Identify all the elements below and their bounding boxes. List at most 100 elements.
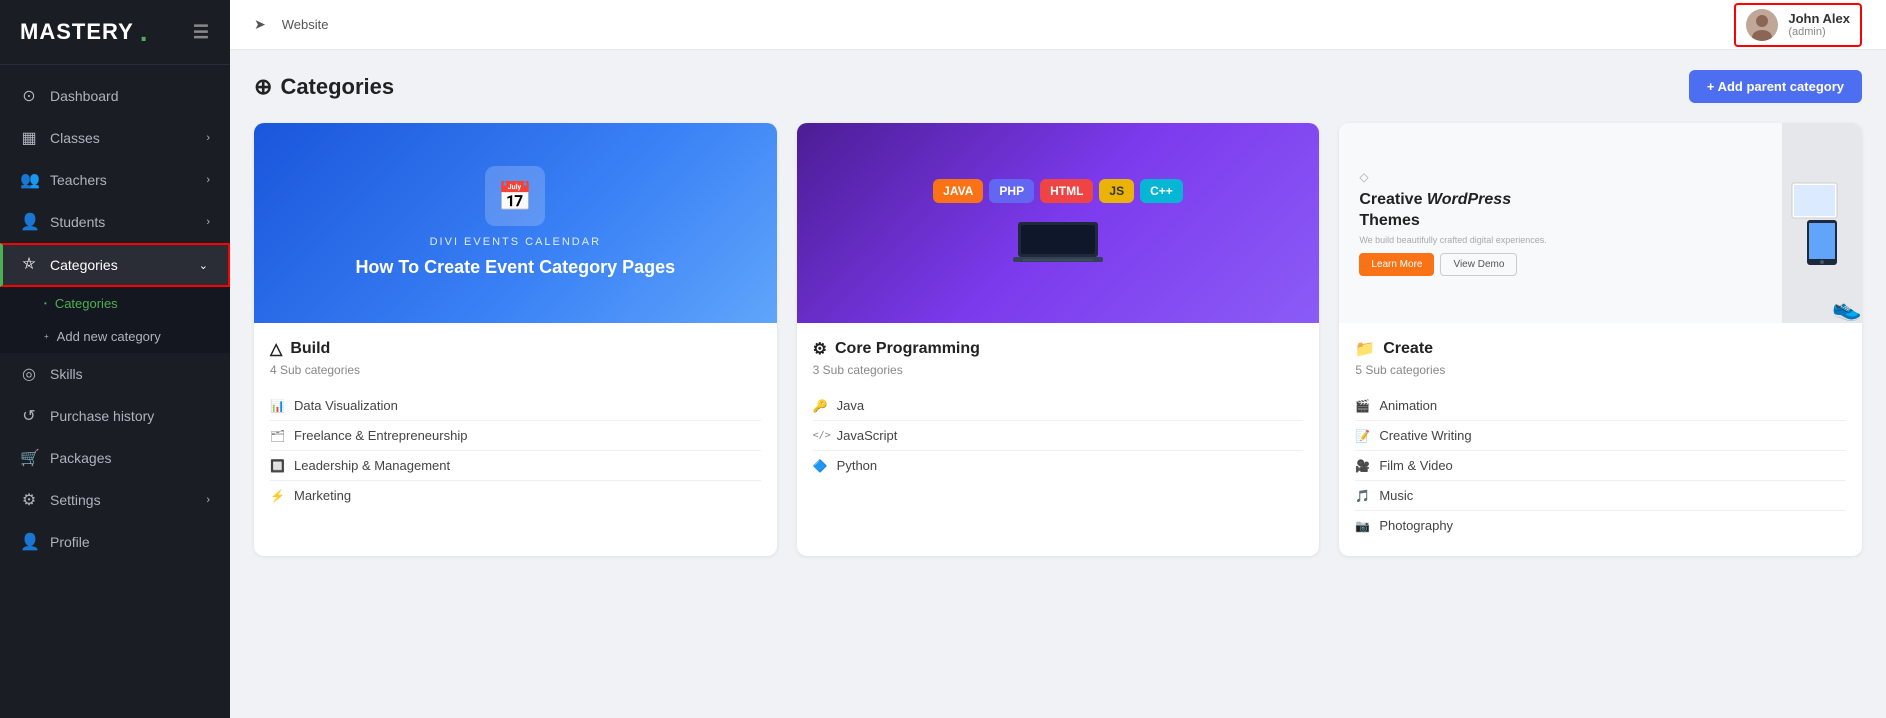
html-badge: HTML [1040,179,1093,203]
list-item: </> JavaScript [813,421,1304,451]
list-item-label: Data Visualization [294,398,398,413]
sidebar-item-purchase-history[interactable]: ↺ Purchase history [0,395,230,437]
list-item-label: Film & Video [1379,458,1452,473]
sidebar-item-packages[interactable]: 🛒 Packages [0,437,230,479]
calendar-icon: 📅 [485,166,545,226]
view-demo-button[interactable]: View Demo [1440,253,1517,276]
core-card-title: ⚙ Core Programming [813,339,1304,359]
music-icon: 🎵 [1355,489,1371,503]
create-card-image: ◇ Creative WordPressThemes We build beau… [1339,123,1862,323]
category-card-build: 📅 DIVI EVENTS CALENDAR How To Create Eve… [254,123,777,556]
create-device-mockup: 👟 [1782,123,1862,323]
diamond-icon: ◇ [1359,170,1762,184]
writing-icon: 📝 [1355,429,1371,443]
sidebar-item-dashboard[interactable]: ⊙ Dashboard [0,75,230,117]
core-icon: ⚙ [813,339,827,359]
sidebar-subitem-categories[interactable]: • Categories ← [0,287,230,320]
sub-nav-label: Add new category [57,329,161,344]
create-text-block: ◇ Creative WordPressThemes We build beau… [1339,123,1782,323]
sidebar-item-label: Profile [50,534,90,550]
sidebar-item-label: Teachers [50,172,107,188]
sidebar-logo: MASTERY. ☰ [0,0,230,65]
list-item-label: Animation [1379,398,1437,413]
list-item: 📊 Data Visualization [270,391,761,421]
profile-icon: 👤 [20,532,38,552]
learn-more-button[interactable]: Learn More [1359,253,1434,276]
main-area: ➤ Website John Alex (admin) ⊕ Categories [230,0,1886,718]
classes-icon: ▦ [20,128,38,148]
purchase-icon: ↺ [20,406,38,426]
sidebar-nav: ⊙ Dashboard ▦ Classes › 👥 Teachers › 👤 S… [0,65,230,573]
sidebar-subitem-add-category[interactable]: + Add new category [0,320,230,353]
avatar [1746,9,1778,41]
categories-icon: ⛤ [20,256,38,274]
create-headline: Creative WordPressThemes [1359,190,1762,232]
dashboard-icon: ⊙ [20,86,38,106]
page-title: ⊕ Categories [254,74,394,100]
website-link[interactable]: Website [282,17,329,32]
user-info: John Alex (admin) [1788,11,1850,38]
categories-grid: 📅 DIVI EVENTS CALENDAR How To Create Eve… [254,123,1862,556]
build-icon: △ [270,339,282,359]
build-image-title: How To Create Event Category Pages [355,256,675,279]
chevron-down-icon: ⌄ [199,259,208,272]
list-item-label: Leadership & Management [294,458,450,473]
animation-icon: 🎬 [1355,399,1371,413]
user-badge[interactable]: John Alex (admin) [1734,3,1862,47]
list-item: 🔷 Python [813,451,1304,480]
shoes-decoration: 👟 [1832,294,1862,323]
sidebar-item-label: Purchase history [50,408,154,424]
create-image-content: ◇ Creative WordPressThemes We build beau… [1339,123,1862,323]
page-header: ⊕ Categories + Add parent category [254,70,1862,103]
js-badge: JS [1099,179,1134,203]
list-item-label: Python [837,458,877,473]
freelance-icon: 🗂 [270,429,286,443]
list-item-label: JavaScript [837,428,898,443]
logo-dot: . [140,16,149,48]
page-content: ⊕ Categories + Add parent category 📅 DIV… [230,50,1886,718]
hamburger-icon[interactable]: ☰ [193,22,210,43]
send-icon: ➤ [254,16,266,33]
create-action-buttons: Learn More View Demo [1359,253,1762,276]
sidebar-item-categories[interactable]: ⛤ Categories ⌄ [0,243,230,287]
sidebar-item-students[interactable]: 👤 Students › [0,201,230,243]
film-icon: 🎥 [1355,459,1371,473]
java-badge: JAVA [933,179,983,203]
students-icon: 👤 [20,212,38,232]
topbar: ➤ Website John Alex (admin) [230,0,1886,50]
sub-nav-label: Categories [55,296,118,311]
sidebar-item-profile[interactable]: 👤 Profile [0,521,230,563]
python-icon: 🔷 [813,459,829,473]
core-sub-count: 3 Sub categories [813,363,1304,377]
marketing-icon: ⚡ [270,489,286,503]
sidebar-item-classes[interactable]: ▦ Classes › [0,117,230,159]
sidebar-item-label: Skills [50,366,83,382]
build-card-title: △ Build [270,339,761,359]
logo-text: MASTERY [20,19,134,45]
sidebar-item-label: Students [50,214,105,230]
js-icon: </> [813,430,829,441]
sidebar-item-label: Classes [50,130,100,146]
list-item-label: Creative Writing [1379,428,1471,443]
sidebar-item-settings[interactable]: ⚙ Settings › [0,479,230,521]
chevron-right-icon: › [206,174,210,186]
skills-icon: ◎ [20,364,38,384]
add-parent-category-button[interactable]: + Add parent category [1689,70,1862,103]
list-item: 🔲 Leadership & Management [270,451,761,481]
create-desc: We build beautifully crafted digital exp… [1359,235,1762,245]
list-item: 🗂 Freelance & Entrepreneurship [270,421,761,451]
sidebar-item-teachers[interactable]: 👥 Teachers › [0,159,230,201]
build-image-subtitle: DIVI EVENTS CALENDAR [430,236,601,248]
leadership-icon: 🔲 [270,459,286,473]
data-viz-icon: 📊 [270,399,286,413]
sidebar-item-skills[interactable]: ◎ Skills [0,353,230,395]
list-item-label: Music [1379,488,1413,503]
core-card-image: JAVA PHP HTML JS C++ [797,123,1320,323]
category-card-create: ◇ Creative WordPressThemes We build beau… [1339,123,1862,556]
list-item-label: Java [837,398,864,413]
categories-title-icon: ⊕ [254,74,272,100]
sidebar-item-label: Dashboard [50,88,119,104]
list-item: 📷 Photography [1355,511,1846,540]
chevron-right-icon: › [206,494,210,506]
list-item: 📝 Creative Writing [1355,421,1846,451]
